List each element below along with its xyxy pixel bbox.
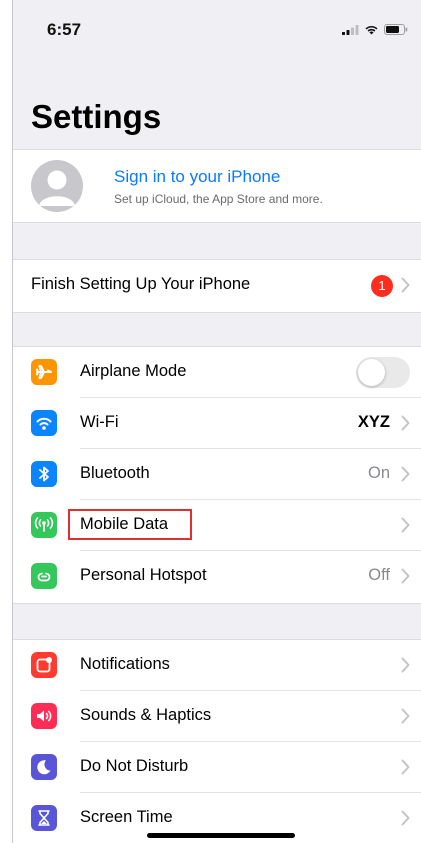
sounds-haptics-label: Sounds & Haptics (80, 706, 212, 724)
chevron-right-icon (401, 466, 410, 482)
wifi-row[interactable]: Wi-Fi XYZ (13, 398, 421, 449)
hourglass-icon (31, 805, 57, 831)
hotspot-status-value: Off (368, 566, 390, 584)
chevron-right-icon (401, 810, 410, 826)
bluetooth-label: Bluetooth (80, 464, 150, 482)
status-bar: 6:57 (13, 0, 421, 60)
status-icons (342, 22, 408, 40)
airplane-mode-toggle[interactable] (356, 357, 410, 388)
notifications-label: Notifications (80, 655, 170, 673)
home-indicator[interactable] (147, 833, 295, 838)
cellular-signal-icon (342, 22, 359, 40)
connectivity-group: Airplane Mode Wi-Fi XYZ Bluetooth On Mob… (13, 346, 421, 604)
status-time: 6:57 (47, 20, 82, 39)
settings-screen: 6:57 Settings Sign in to your iPhone Set… (12, 0, 421, 843)
notification-badge: 1 (371, 275, 393, 297)
finish-setup-row[interactable]: Finish Setting Up Your iPhone 1 (13, 259, 421, 313)
chevron-right-icon (401, 517, 410, 533)
highlight-box (68, 509, 192, 540)
do-not-disturb-row[interactable]: Do Not Disturb (13, 742, 421, 793)
screen-time-label: Screen Time (80, 808, 173, 826)
airplane-mode-row[interactable]: Airplane Mode (13, 347, 421, 398)
avatar (31, 160, 83, 212)
sign-in-link[interactable]: Sign in to your iPhone (114, 167, 280, 187)
system-group: Notifications Sounds & Haptics Do Not Di… (13, 639, 421, 843)
finish-setup-label: Finish Setting Up Your iPhone (31, 275, 251, 293)
airplane-icon (31, 359, 57, 385)
moon-icon (31, 754, 57, 780)
chevron-right-icon (401, 568, 410, 584)
personal-hotspot-label: Personal Hotspot (80, 566, 207, 584)
chevron-right-icon (401, 657, 410, 673)
bluetooth-row[interactable]: Bluetooth On (13, 449, 421, 500)
wifi-icon (31, 410, 57, 436)
do-not-disturb-label: Do Not Disturb (80, 757, 189, 775)
notifications-row[interactable]: Notifications (13, 640, 421, 691)
chevron-right-icon (401, 277, 410, 293)
chevron-right-icon (401, 759, 410, 775)
wifi-network-value: XYZ (357, 413, 390, 431)
wifi-status-icon (364, 22, 379, 40)
battery-icon (384, 22, 408, 40)
page-title: Settings (31, 98, 162, 135)
toggle-knob (358, 359, 385, 386)
mobile-data-row[interactable]: Mobile Data (13, 500, 421, 551)
bluetooth-status-value: On (367, 464, 390, 482)
airplane-mode-label: Airplane Mode (80, 362, 187, 380)
notifications-icon (31, 652, 57, 678)
wifi-label: Wi-Fi (80, 413, 119, 431)
antenna-icon (31, 512, 57, 538)
chevron-right-icon (401, 708, 410, 724)
sign-in-subtitle: Set up iCloud, the App Store and more. (114, 192, 323, 206)
chevron-right-icon (401, 415, 410, 431)
speaker-icon (31, 703, 57, 729)
personal-hotspot-row[interactable]: Personal Hotspot Off (13, 551, 421, 602)
sounds-haptics-row[interactable]: Sounds & Haptics (13, 691, 421, 742)
hotspot-icon (31, 563, 57, 589)
bluetooth-icon (31, 461, 57, 487)
apple-id-row[interactable]: Sign in to your iPhone Set up iCloud, th… (13, 149, 421, 223)
